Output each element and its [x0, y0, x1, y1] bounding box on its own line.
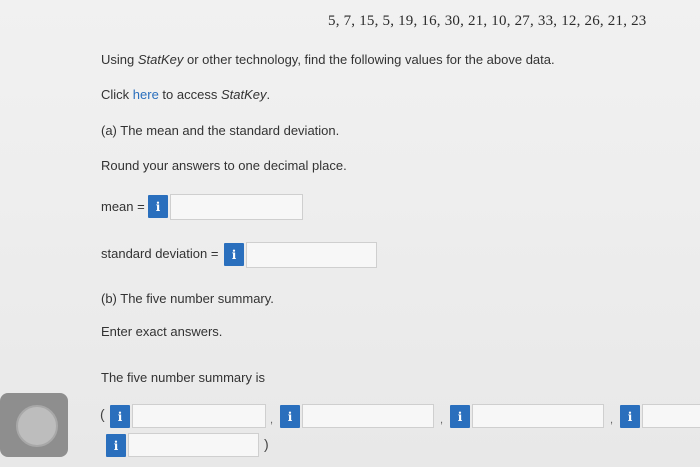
instructions-suffix: or other technology, find the following … — [183, 52, 555, 67]
instructions-prefix: Using — [101, 52, 138, 67]
statkey-access-text: Click here to access StatKey. — [101, 87, 270, 102]
toggle-knob-icon — [16, 405, 58, 447]
exact-note: Enter exact answers. — [101, 324, 223, 339]
q1-info-icon[interactable]: i — [280, 405, 300, 428]
part-a-title: (a) The mean and the standard deviation. — [101, 123, 340, 138]
q3-input[interactable] — [642, 404, 700, 428]
open-paren: ( — [100, 406, 105, 422]
click-statkey: StatKey — [220, 87, 267, 102]
dataset-values: 5, 7, 15, 5, 19, 16, 30, 21, 10, 27, 33,… — [328, 13, 647, 29]
separator-3: , — [610, 414, 614, 426]
sd-info-icon[interactable]: i — [224, 243, 244, 266]
click-middle: to access — [158, 87, 221, 102]
median-info-icon[interactable]: i — [450, 405, 470, 428]
q3-info-icon[interactable]: i — [620, 405, 640, 428]
min-info-icon[interactable]: i — [110, 405, 130, 428]
close-paren: ) — [264, 436, 269, 452]
click-suffix: . — [266, 87, 271, 102]
part-b-title: (b) The five number summary. — [101, 291, 274, 306]
separator-1: , — [270, 414, 274, 426]
mean-info-icon[interactable]: i — [148, 195, 168, 218]
click-prefix: Click — [101, 87, 133, 102]
max-info-icon[interactable]: i — [106, 434, 126, 457]
five-number-label: The five number summary is — [101, 370, 265, 385]
q1-input[interactable] — [302, 404, 434, 428]
max-input[interactable] — [128, 433, 259, 457]
question-page: 5, 7, 15, 5, 19, 16, 30, 21, 10, 27, 33,… — [0, 0, 700, 467]
sd-input[interactable] — [246, 242, 377, 268]
mean-input[interactable] — [170, 194, 303, 220]
instructions-text: Using StatKey or other technology, find … — [101, 52, 555, 67]
mean-label: mean = — [101, 199, 145, 214]
instructions-statkey: StatKey — [137, 52, 184, 67]
sd-label: standard deviation = — [101, 246, 219, 261]
min-input[interactable] — [132, 404, 266, 428]
statkey-link[interactable]: here — [133, 87, 159, 102]
median-input[interactable] — [472, 404, 604, 428]
separator-2: , — [440, 414, 444, 426]
overlay-toggle-button[interactable] — [0, 393, 68, 457]
round-note: Round your answers to one decimal place. — [101, 158, 347, 173]
